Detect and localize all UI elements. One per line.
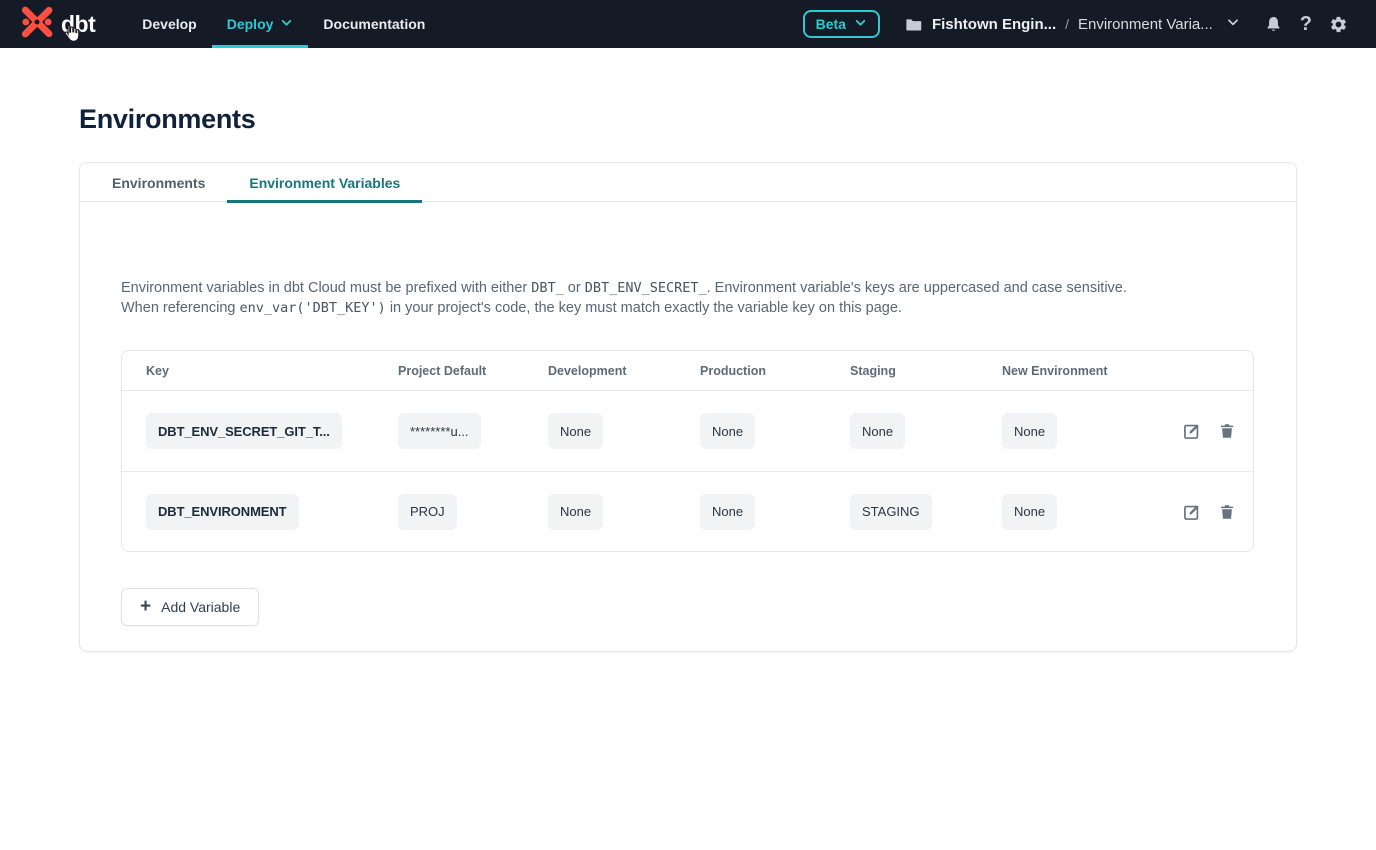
breadcrumb-separator: / bbox=[1065, 16, 1069, 32]
env-var-description: Environment variables in dbt Cloud must … bbox=[121, 278, 1161, 318]
beta-label: Beta bbox=[816, 16, 846, 32]
edit-variable-icon[interactable] bbox=[1182, 502, 1202, 522]
card-body: Environment variables in dbt Cloud must … bbox=[80, 278, 1296, 651]
folder-icon bbox=[904, 15, 923, 34]
breadcrumb-project[interactable]: Fishtown Engin... bbox=[932, 16, 1056, 33]
nav-item-develop[interactable]: Develop bbox=[127, 0, 211, 48]
chevron-down-icon bbox=[854, 16, 867, 32]
production-value-cell: None bbox=[700, 494, 755, 530]
code-env-var-call: env_var('DBT_KEY') bbox=[239, 300, 385, 316]
gear-icon[interactable] bbox=[1329, 15, 1348, 34]
page-title: Environments bbox=[79, 102, 1297, 136]
column-header-project-default: Project Default bbox=[398, 364, 548, 378]
column-header-production: Production bbox=[700, 364, 850, 378]
navbar-icon-group: ? bbox=[1264, 14, 1348, 34]
bell-icon[interactable] bbox=[1264, 15, 1283, 34]
new-environment-value-cell: None bbox=[1002, 413, 1057, 449]
delete-variable-icon[interactable] bbox=[1218, 502, 1236, 522]
code-dbt-env-secret-prefix: DBT_ENV_SECRET_ bbox=[585, 280, 707, 296]
table-row: DBT_ENV_SECRET_GIT_T... ********u... Non… bbox=[122, 391, 1253, 471]
column-header-development: Development bbox=[548, 364, 700, 378]
nav-item-label: Develop bbox=[142, 16, 196, 32]
tab-environments[interactable]: Environments bbox=[90, 163, 227, 202]
tab-label: Environment Variables bbox=[249, 175, 400, 191]
beta-dropdown[interactable]: Beta bbox=[803, 10, 880, 38]
nav-item-deploy[interactable]: Deploy bbox=[212, 0, 309, 48]
delete-variable-icon[interactable] bbox=[1218, 421, 1236, 441]
table-row: DBT_ENVIRONMENT PROJ None None STAGING N… bbox=[122, 471, 1253, 551]
dbt-logo-text: dbt bbox=[61, 11, 95, 38]
main-content: Environments Environments Environment Va… bbox=[0, 48, 1376, 652]
top-navbar: dbt Develop Deploy Documentation Beta Fi… bbox=[0, 0, 1376, 48]
primary-nav: Develop Deploy Documentation bbox=[127, 0, 440, 48]
row-actions bbox=[1182, 421, 1236, 441]
project-default-cell: PROJ bbox=[398, 494, 457, 530]
description-text: or bbox=[564, 280, 585, 296]
breadcrumb-page[interactable]: Environment Varia... bbox=[1078, 16, 1213, 33]
breadcrumb[interactable]: Fishtown Engin... / Environment Varia... bbox=[904, 15, 1240, 34]
development-value-cell: None bbox=[548, 494, 603, 530]
tab-environment-variables[interactable]: Environment Variables bbox=[227, 163, 422, 202]
tab-label: Environments bbox=[112, 175, 205, 191]
nav-item-label: Deploy bbox=[227, 16, 274, 32]
code-dbt-prefix: DBT_ bbox=[531, 280, 564, 296]
nav-item-documentation[interactable]: Documentation bbox=[308, 0, 440, 48]
add-variable-button[interactable]: + Add Variable bbox=[121, 588, 259, 626]
environment-variables-table: Key Project Default Development Producti… bbox=[121, 350, 1254, 552]
description-text: Environment variables in dbt Cloud must … bbox=[121, 280, 531, 296]
variable-key-cell: DBT_ENV_SECRET_GIT_T... bbox=[146, 413, 342, 449]
environments-card: Environments Environment Variables Envir… bbox=[79, 162, 1297, 652]
table-header-row: Key Project Default Development Producti… bbox=[122, 351, 1253, 391]
project-default-cell: ********u... bbox=[398, 413, 481, 449]
dbt-logo-link[interactable]: dbt bbox=[20, 5, 95, 44]
staging-value-cell: STAGING bbox=[850, 494, 932, 530]
plus-icon: + bbox=[140, 597, 151, 616]
development-value-cell: None bbox=[548, 413, 603, 449]
edit-variable-icon[interactable] bbox=[1182, 421, 1202, 441]
chevron-down-icon bbox=[1226, 15, 1240, 34]
variable-key-cell: DBT_ENVIRONMENT bbox=[146, 494, 299, 530]
production-value-cell: None bbox=[700, 413, 755, 449]
navbar-right: Beta Fishtown Engin... / Environment Var… bbox=[803, 10, 1348, 38]
description-text: in your project's code, the key must mat… bbox=[386, 300, 902, 316]
tab-bar: Environments Environment Variables bbox=[80, 163, 1296, 202]
row-actions bbox=[1182, 502, 1236, 522]
column-header-new-environment: New Environment bbox=[1002, 364, 1182, 378]
help-icon[interactable]: ? bbox=[1300, 14, 1312, 34]
add-variable-label: Add Variable bbox=[161, 599, 240, 615]
dbt-logo-icon bbox=[20, 5, 54, 44]
nav-item-label: Documentation bbox=[323, 16, 425, 32]
chevron-down-icon bbox=[280, 16, 293, 32]
staging-value-cell: None bbox=[850, 413, 905, 449]
new-environment-value-cell: None bbox=[1002, 494, 1057, 530]
column-header-staging: Staging bbox=[850, 364, 1002, 378]
column-header-key: Key bbox=[146, 364, 398, 378]
